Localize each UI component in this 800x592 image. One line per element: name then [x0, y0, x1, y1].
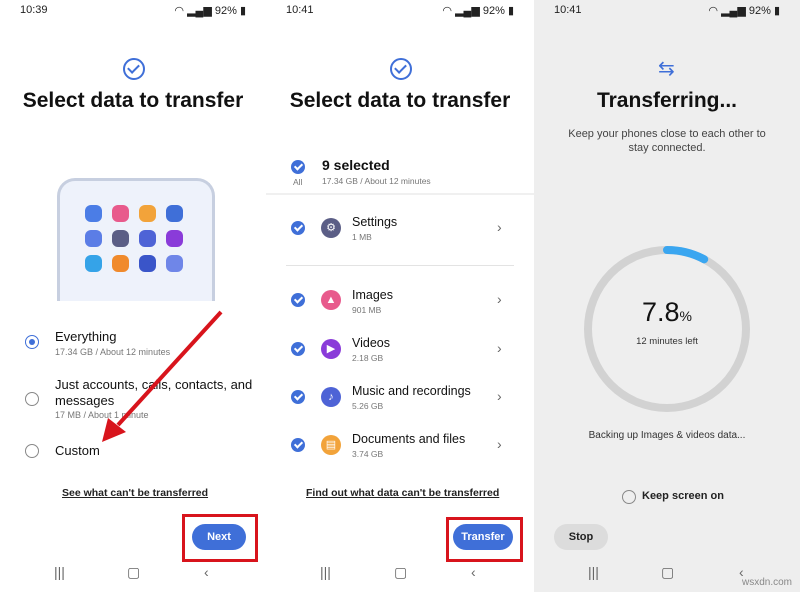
- item-title: Documents and files: [352, 432, 466, 446]
- status-battery: ◠ ▂▄▆ 92% ▮: [708, 4, 780, 17]
- transferring-screen: 10:41 ◠ ▂▄▆ 92% ▮ ⇆ Transferring... Keep…: [534, 0, 800, 592]
- page-title: Transferring...: [596, 89, 738, 112]
- chevron-right-icon[interactable]: ›: [497, 340, 502, 356]
- chevron-right-icon[interactable]: ›: [497, 291, 502, 307]
- recent-apps-icon[interactable]: |||: [54, 564, 65, 580]
- chevron-right-icon[interactable]: ›: [497, 436, 502, 452]
- subtitle-line: stay connected.: [628, 142, 706, 154]
- select-data-screen-1: 10:39 ◠ ▂▄▆ 92% ▮ Select data to transfe…: [0, 0, 266, 592]
- item-size: 5.26 GB: [352, 401, 384, 411]
- status-bar: 10:41 ◠ ▂▄▆ 92% ▮: [534, 4, 800, 18]
- status-time: 10:41: [286, 4, 314, 16]
- item-checkbox[interactable]: [291, 390, 305, 404]
- image-icon: ▲: [321, 290, 341, 310]
- nav-bar: ||| ▢ ‹: [266, 564, 534, 580]
- chevron-right-icon[interactable]: ›: [497, 388, 502, 404]
- divider: [266, 193, 534, 195]
- all-label: All: [293, 177, 303, 187]
- item-checkbox[interactable]: [291, 438, 305, 452]
- selected-size: 17.34 GB / About 12 minutes: [322, 176, 431, 186]
- recent-apps-icon[interactable]: |||: [588, 564, 599, 580]
- battery-icon: ▮: [770, 5, 780, 17]
- next-button[interactable]: Next: [192, 524, 246, 550]
- signal-icon: ▂▄▆: [721, 5, 749, 17]
- wifi-icon: ◠: [442, 5, 456, 17]
- chevron-right-icon[interactable]: ›: [497, 219, 502, 235]
- play-icon: ▶: [321, 339, 341, 359]
- select-data-screen-2: 10:41 ◠ ▂▄▆ 92% ▮ Select data to transfe…: [266, 0, 534, 592]
- item-title: Settings: [352, 215, 398, 229]
- progress-value: 7.8: [642, 297, 680, 327]
- watermark: wsxdn.com: [741, 577, 792, 588]
- item-checkbox[interactable]: [291, 342, 305, 356]
- red-arrow-annotation: [102, 310, 223, 442]
- item-checkbox[interactable]: [291, 293, 305, 307]
- wifi-icon: ◠: [708, 5, 722, 17]
- progress-unit: %: [679, 308, 692, 324]
- back-icon[interactable]: ‹: [204, 564, 209, 580]
- document-icon: ▤: [321, 435, 341, 455]
- item-title: Videos: [352, 336, 390, 350]
- cant-transfer-link[interactable]: See what can't be transferred: [62, 487, 208, 499]
- battery-percent: 92%: [748, 5, 771, 17]
- signal-icon: ▂▄▆: [455, 5, 483, 17]
- home-icon[interactable]: ▢: [394, 564, 407, 581]
- status-time: 10:41: [554, 4, 582, 16]
- select-all-checkbox[interactable]: [291, 160, 305, 174]
- item-title: Images: [352, 288, 393, 302]
- cant-transfer-link[interactable]: Find out what data can't be transferred: [306, 487, 499, 499]
- home-icon[interactable]: ▢: [127, 564, 140, 581]
- page-title: Select data to transfer: [289, 89, 511, 112]
- check-circle-icon: [390, 58, 412, 80]
- recent-apps-icon[interactable]: |||: [320, 564, 331, 580]
- progress-readout: 7.8%: [534, 297, 800, 328]
- transfer-arrows-icon: ⇆: [658, 58, 675, 80]
- time-left: 12 minutes left: [636, 336, 698, 347]
- item-size: 3.74 GB: [352, 449, 384, 459]
- subtitle-line: Keep your phones close to each other to: [568, 128, 766, 140]
- nav-bar: ||| ▢ ‹: [0, 564, 266, 580]
- home-icon[interactable]: ▢: [661, 564, 674, 581]
- item-size: 2.18 GB: [352, 353, 384, 363]
- transfer-button[interactable]: Transfer: [453, 524, 513, 550]
- item-checkbox[interactable]: [291, 221, 305, 235]
- status-bar: 10:41 ◠ ▂▄▆ 92% ▮: [266, 4, 534, 18]
- status-text: Backing up Images & videos data...: [588, 430, 746, 441]
- gear-icon: ⚙: [321, 218, 341, 238]
- back-icon[interactable]: ‹: [471, 564, 476, 580]
- keep-screen-on-checkbox[interactable]: [622, 490, 636, 504]
- battery-icon: ▮: [504, 5, 514, 17]
- status-battery: ◠ ▂▄▆ 92% ▮: [442, 4, 514, 17]
- battery-percent: 92%: [482, 5, 505, 17]
- screenshot-collage: 10:39 ◠ ▂▄▆ 92% ▮ Select data to transfe…: [0, 0, 800, 592]
- keep-screen-on-label: Keep screen on: [642, 490, 724, 502]
- divider: [286, 265, 514, 266]
- subtitle: Keep your phones close to each other to …: [534, 128, 800, 154]
- item-size: 901 MB: [352, 305, 382, 315]
- selected-count: 9 selected: [322, 157, 390, 173]
- music-note-icon: ♪: [321, 387, 341, 407]
- item-size: 1 MB: [352, 232, 372, 242]
- progress-ring-track: [584, 246, 750, 412]
- stop-button[interactable]: Stop: [554, 524, 608, 550]
- item-title: Music and recordings: [352, 384, 471, 398]
- progress-ring: [584, 246, 750, 412]
